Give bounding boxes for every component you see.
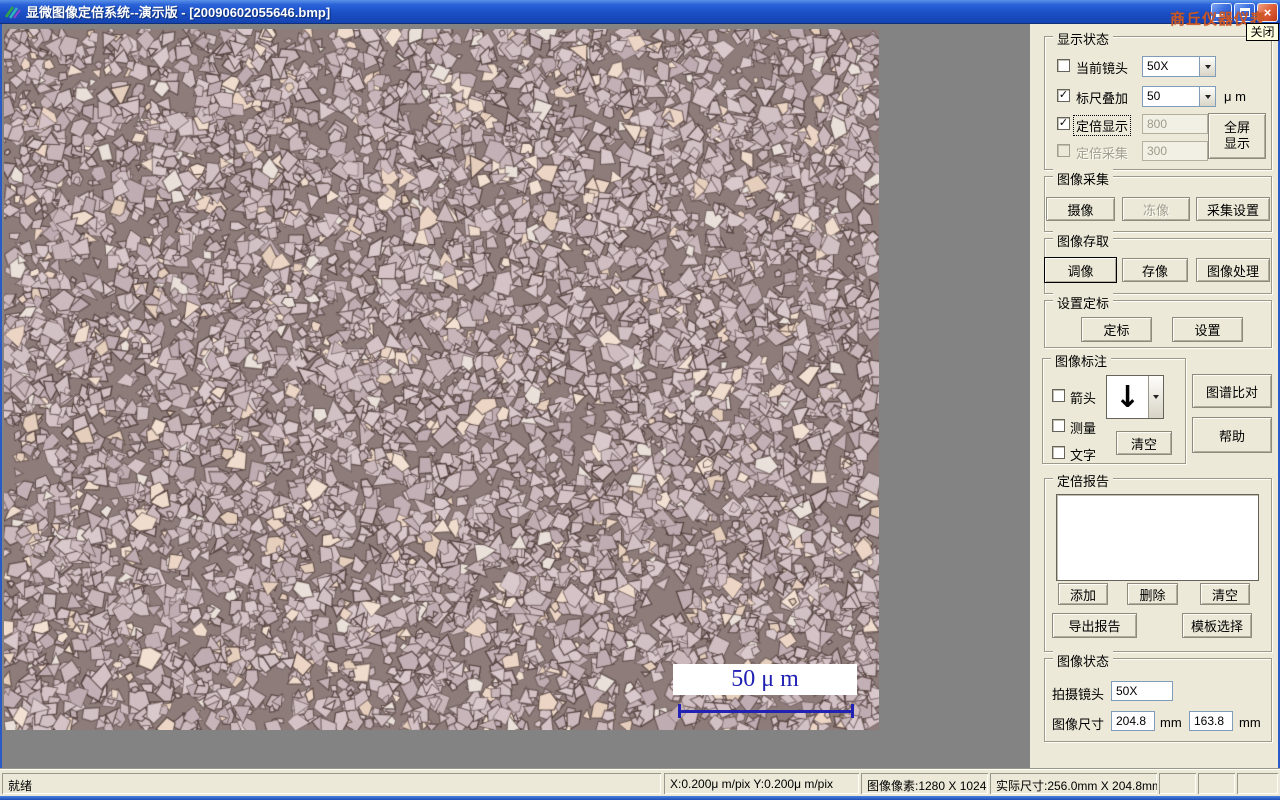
help-button[interactable]: 帮助	[1192, 417, 1272, 453]
capture-shoot-button[interactable]: 摄像	[1046, 197, 1115, 221]
chevron-down-icon	[1205, 95, 1211, 99]
window-title: 显微图像定倍系统--演示版 - [20090602055646.bmp]	[26, 2, 330, 21]
group-image-status-title: 图像状态	[1053, 651, 1113, 670]
close-button[interactable]: ×	[1257, 3, 1278, 22]
ruler-unit-label: μ m	[1224, 89, 1246, 104]
field-fixed-display-value: 800	[1142, 114, 1208, 134]
title-bar: 显微图像定倍系统--演示版 - [20090602055646.bmp]	[0, 0, 1280, 24]
group-image-capture-title: 图像采集	[1053, 169, 1113, 188]
image-viewport[interactable]: 50 μ m	[4, 29, 879, 730]
checkbox-fixed-capture	[1057, 144, 1070, 157]
dropdown-ruler-value[interactable]: 50	[1142, 86, 1216, 107]
group-display-status-title: 显示状态	[1053, 29, 1113, 48]
micrograph-image[interactable]	[4, 29, 879, 730]
label-capture-lens: 拍摄镜头	[1052, 684, 1104, 703]
close-icon: ×	[1264, 5, 1272, 20]
checkbox-measure[interactable]	[1052, 419, 1065, 432]
image-process-button[interactable]: 图像处理	[1196, 258, 1270, 282]
app-icon	[5, 4, 21, 20]
report-add-button[interactable]: 添加	[1058, 583, 1108, 605]
status-empty-1	[1159, 773, 1196, 794]
dropdown-ruler-value-text: 50	[1143, 87, 1199, 106]
group-image-storage-title: 图像存取	[1053, 231, 1113, 250]
close-tooltip: 关闭	[1246, 23, 1279, 41]
fullscreen-button-line1: 全屏	[1224, 120, 1250, 136]
report-export-button[interactable]: 导出报告	[1052, 613, 1137, 638]
fullscreen-button-line2: 显示	[1224, 136, 1250, 152]
capture-freeze-button: 冻像	[1122, 197, 1190, 221]
dropdown-arrow-icon[interactable]	[1199, 87, 1215, 106]
label-image-size: 图像尺寸	[1052, 714, 1104, 733]
restore-button[interactable]	[1234, 3, 1255, 22]
save-image-button[interactable]: 存像	[1122, 258, 1188, 282]
label-ruler-overlay: 标尺叠加	[1076, 88, 1128, 107]
checkbox-text[interactable]	[1052, 446, 1065, 459]
label-measure: 测量	[1070, 418, 1096, 437]
group-report-title: 定倍报告	[1053, 471, 1113, 490]
status-image-pixels: 图像像素:1280 X 1024	[861, 773, 988, 794]
arrow-style-glyph: ↓	[1107, 376, 1148, 418]
status-empty-2	[1198, 773, 1235, 794]
status-ready: 就绪	[2, 773, 661, 794]
load-image-button[interactable]: 调像	[1044, 257, 1117, 283]
label-current-lens: 当前镜头	[1076, 58, 1128, 77]
scale-bar-tick-right	[851, 704, 854, 718]
unit-height-mm: mm	[1239, 715, 1261, 730]
report-template-button[interactable]: 模板选择	[1182, 613, 1252, 638]
label-arrow: 箭头	[1070, 388, 1096, 407]
group-annotation-title: 图像标注	[1051, 351, 1111, 370]
checkbox-ruler-overlay[interactable]	[1057, 89, 1070, 102]
scale-bar-line	[678, 704, 854, 718]
fullscreen-button[interactable]: 全屏 显示	[1208, 113, 1266, 159]
checkbox-current-lens[interactable]	[1057, 59, 1070, 72]
dropdown-current-lens[interactable]: 50X	[1142, 56, 1216, 77]
chevron-down-icon	[1205, 65, 1211, 69]
report-clear-button[interactable]: 清空	[1200, 583, 1250, 605]
calibrate-button[interactable]: 定标	[1081, 317, 1152, 342]
calibration-settings-button[interactable]: 设置	[1172, 317, 1243, 342]
chevron-down-icon	[1153, 395, 1159, 399]
group-calibration-title: 设置定标	[1053, 293, 1113, 312]
label-fixed-display: 定倍显示	[1073, 115, 1131, 136]
client-area: 50 μ m	[0, 24, 1030, 768]
unit-width-mm: mm	[1160, 715, 1182, 730]
checkbox-arrow[interactable]	[1052, 389, 1065, 402]
scale-bar-label-box: 50 μ m	[673, 664, 857, 695]
scale-bar-text: 50 μ m	[731, 666, 799, 693]
status-bar: 就绪 X:0.200μ m/pix Y:0.200μ m/pix 图像像素:12…	[0, 768, 1280, 796]
restore-icon	[1240, 8, 1250, 17]
atlas-compare-button[interactable]: 图谱比对	[1192, 374, 1272, 408]
field-image-height[interactable]: 163.8	[1189, 711, 1233, 731]
minimize-icon	[1216, 14, 1225, 17]
label-fixed-capture: 定倍采集	[1076, 143, 1128, 162]
control-panel: 显示状态 当前镜头 50X 标尺叠加 50 μ m 定倍显示 800 定倍采集 …	[1030, 24, 1280, 768]
field-capture-lens[interactable]: 50X	[1111, 681, 1173, 701]
capture-settings-button[interactable]: 采集设置	[1196, 197, 1270, 221]
field-image-width[interactable]: 204.8	[1111, 711, 1155, 731]
status-pixel-scale: X:0.200μ m/pix Y:0.200μ m/pix	[664, 773, 859, 794]
field-fixed-capture-value: 300	[1142, 141, 1208, 161]
label-text: 文字	[1070, 445, 1096, 464]
minimize-button[interactable]	[1211, 3, 1232, 22]
report-delete-button[interactable]: 删除	[1127, 583, 1178, 605]
checkbox-fixed-display[interactable]	[1057, 117, 1070, 130]
window-bottom-border	[0, 796, 1280, 800]
dropdown-arrow-icon[interactable]	[1199, 57, 1215, 76]
report-listbox[interactable]	[1056, 494, 1259, 581]
arrow-style-dropdown[interactable]: ↓	[1106, 375, 1164, 419]
annotation-clear-button[interactable]: 清空	[1116, 431, 1172, 455]
scale-bar-rule	[678, 710, 854, 713]
dropdown-current-lens-value: 50X	[1143, 57, 1199, 76]
status-actual-size: 实际尺寸:256.0mm X 204.8mm	[990, 773, 1157, 794]
status-empty-3	[1237, 773, 1278, 794]
dropdown-arrow-icon[interactable]	[1148, 376, 1163, 418]
